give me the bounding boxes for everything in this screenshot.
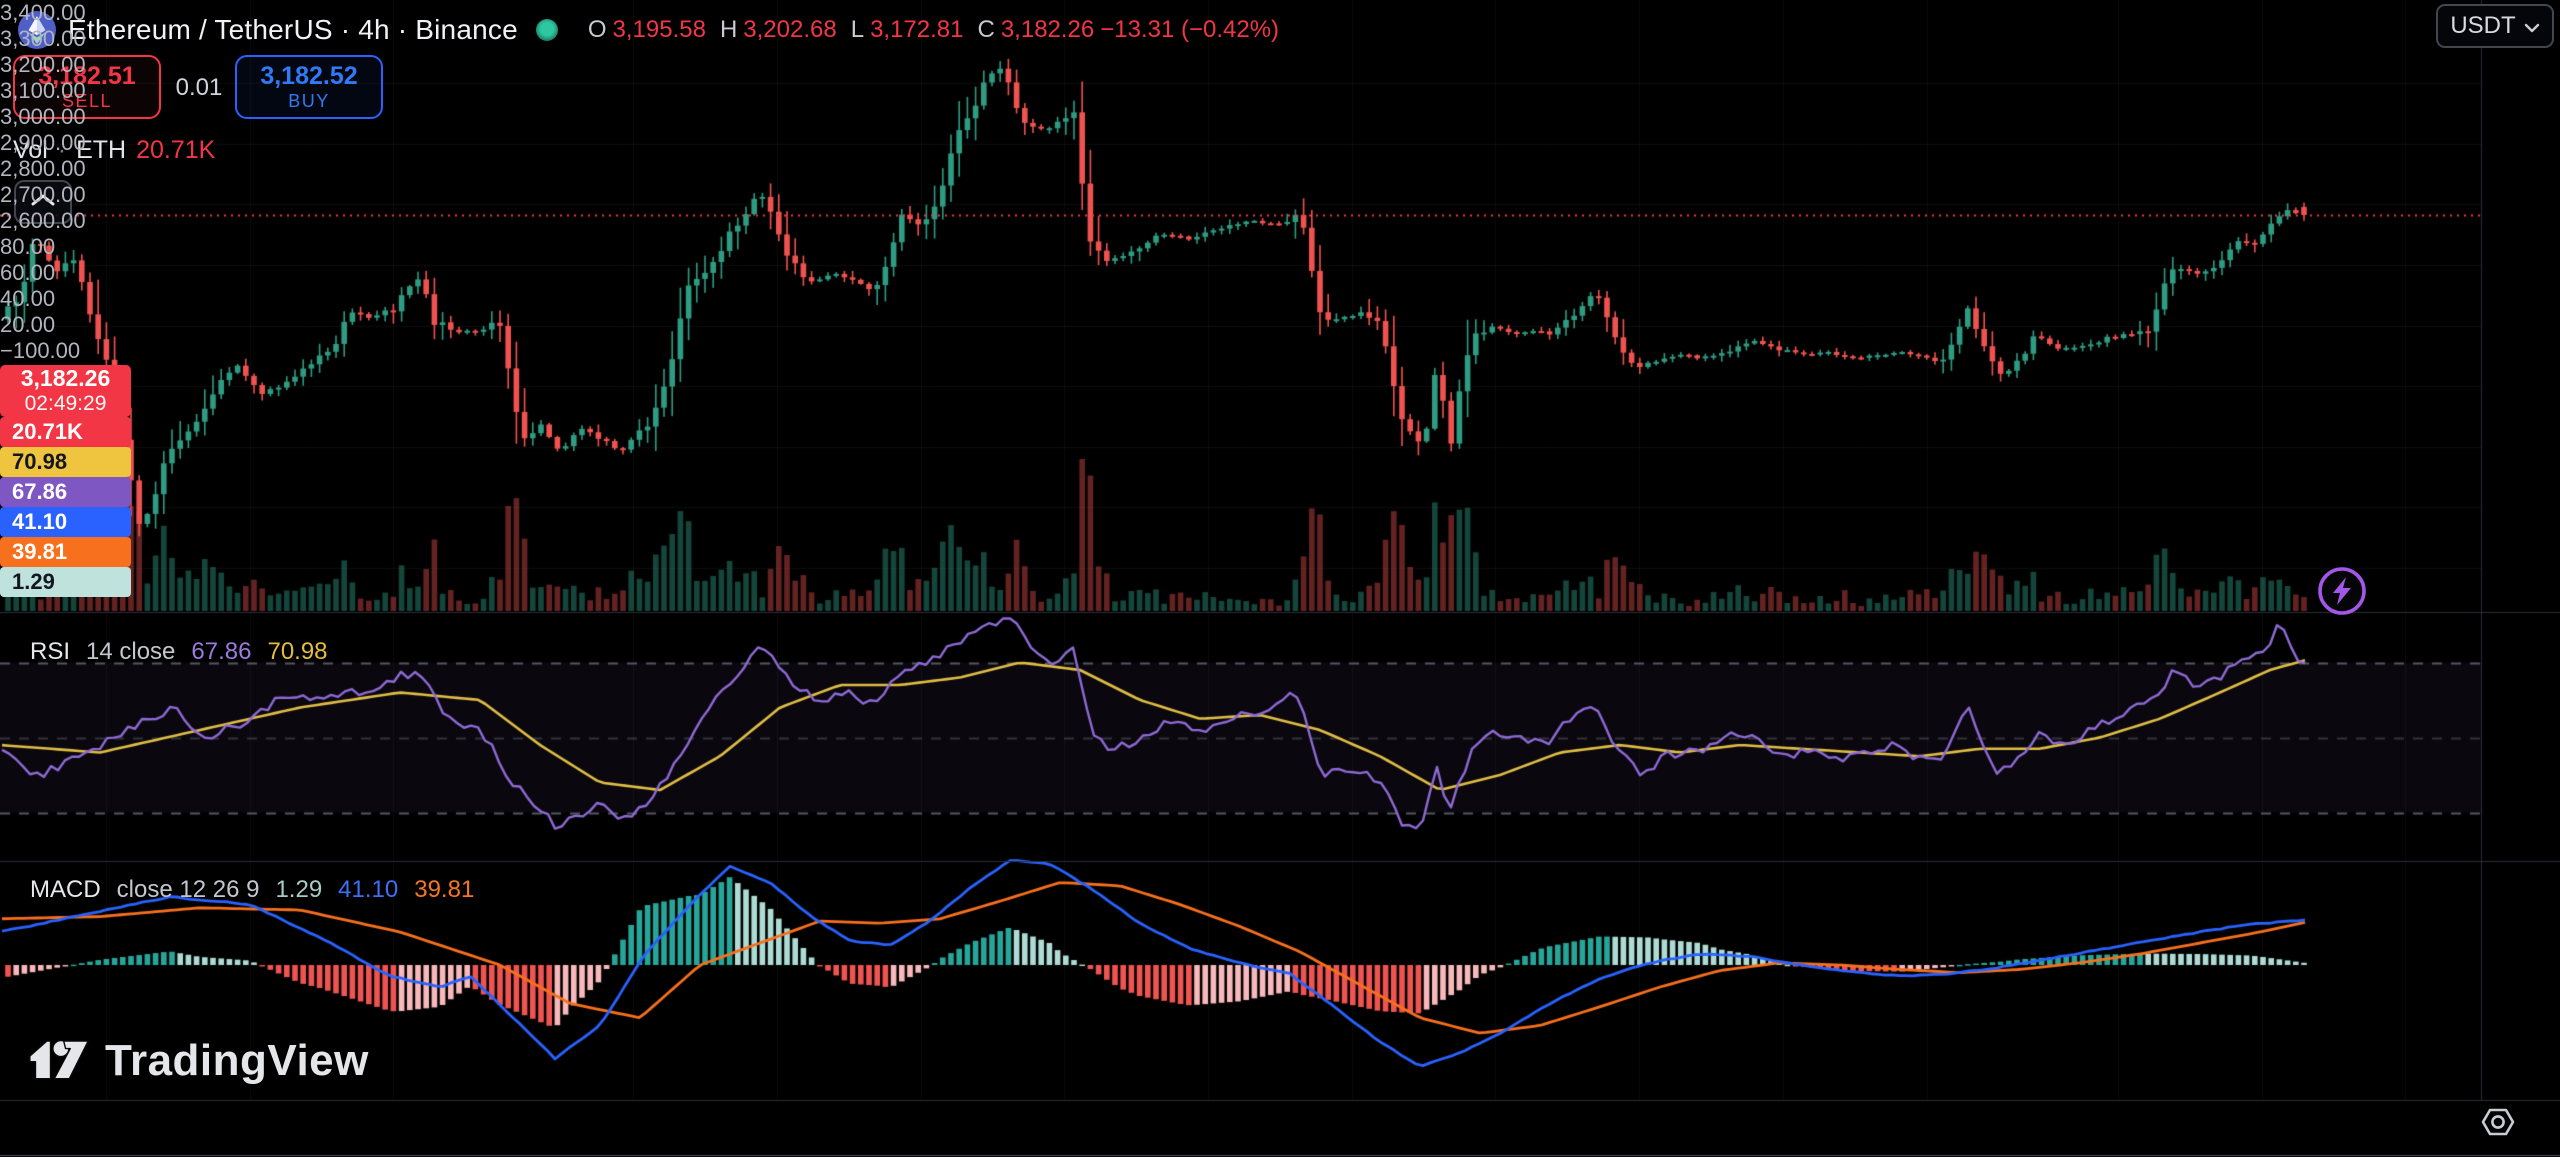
time-axis-label: 26 (0, 649, 66, 675)
spread-value: 0.01 (170, 74, 228, 102)
macd-axis-label: −100.00 (0, 338, 131, 364)
change-value: −13.31 (−0.42%) (1100, 16, 1279, 44)
time-axis-label: 25 (0, 883, 66, 909)
macd-signal-axis-label: 39.81 (0, 537, 131, 567)
rsi-axis-value-label: 67.86 (0, 477, 131, 507)
open-value: 3,195.58 (613, 16, 706, 44)
rsi-axis-label: 40.00 (0, 286, 131, 312)
price-axis-label: 3,100.00 (0, 78, 131, 104)
rsi-axis-label: 60.00 (0, 260, 131, 286)
price-axis-label: 3,000.00 (0, 104, 131, 130)
time-axis-label: 4 (0, 701, 66, 727)
tradingview-chart-window: Ethereum / TetherUS · 4h · Binance O3,19… (0, 0, 2560, 1157)
time-axis-label: 4 (0, 961, 66, 987)
lightning-bolt-icon (2316, 604, 2368, 621)
macd-signal-value: 39.81 (414, 876, 474, 904)
symbol-header: Ethereum / TetherUS · 4h · Binance O3,19… (18, 8, 1279, 52)
chart-overlay: Ethereum / TetherUS · 4h · Binance O3,19… (0, 0, 2560, 1157)
time-axis-label: 13 (0, 779, 66, 805)
time-axis-label: 23 (0, 623, 66, 649)
buy-label: BUY (288, 90, 330, 112)
close-value: 3,182.26 (1001, 16, 1094, 44)
time-axis-label: 28 (0, 909, 66, 935)
rsi-ma-axis-label: 70.98 (0, 447, 131, 477)
price-axis[interactable] (2481, 0, 2560, 1100)
time-axis-label: 20 (0, 597, 66, 623)
price-axis-label: 2,700.00 (0, 182, 131, 208)
price-axis-label: 3,200.00 (0, 52, 131, 78)
instant-trading-button[interactable] (2316, 565, 2368, 617)
price-axis-label: 2,600.00 (0, 208, 131, 234)
time-axis[interactable] (0, 1100, 2560, 1157)
buy-button[interactable]: 3,182.52 BUY (235, 55, 383, 119)
high-value: 3,202.68 (743, 16, 836, 44)
tradingview-logo-icon (27, 1030, 91, 1091)
tradingview-watermark-text: TradingView (105, 1036, 369, 1086)
time-axis-label: 19 (0, 831, 66, 857)
time-axis-label: 10 (0, 753, 66, 779)
buy-price: 3,182.52 (260, 62, 357, 90)
last-price-label: 3,182.2602:49:29 (0, 365, 131, 417)
price-axis-label: 2,800.00 (0, 156, 131, 182)
open-label: O (588, 16, 607, 44)
market-status-icon[interactable] (536, 19, 558, 41)
low-label: L (851, 16, 864, 44)
price-axis-label: 2,900.00 (0, 130, 131, 156)
high-label: H (720, 16, 737, 44)
bar-countdown: 02:49:29 (0, 392, 131, 415)
axis-labels-layer: 3,400.003,300.003,200.003,100.003,000.00… (0, 0, 131, 1013)
macd-line-value: 41.10 (338, 876, 398, 904)
time-axis-label: 2026 (0, 935, 66, 961)
time-axis-label: 7 (0, 727, 66, 753)
macd-hist-axis-label: 1.29 (0, 567, 131, 597)
price-axis-label: 3,300.00 (0, 26, 131, 52)
volume-axis-label: 20.71K (0, 417, 131, 447)
macd-line-axis-label: 41.10 (0, 507, 131, 537)
low-value: 3,172.81 (870, 16, 963, 44)
rsi-ma-value: 70.98 (267, 638, 327, 666)
volume-value: 20.71K (136, 136, 215, 165)
symbol-title[interactable]: Ethereum / TetherUS · 4h · Binance (68, 14, 518, 46)
macd-hist-value: 1.29 (275, 876, 322, 904)
time-axis-label: 16 (0, 805, 66, 831)
time-axis-label: Dec (0, 675, 66, 701)
rsi-value: 67.86 (191, 638, 251, 666)
close-label: C (977, 16, 994, 44)
last-price-value: 3,182.26 (0, 365, 131, 392)
price-axis-label: 3,400.00 (0, 0, 131, 26)
ohlc-values: O3,195.58 H3,202.68 L3,172.81 C3,182.26 … (580, 16, 1279, 44)
time-axis-label: 22 (0, 857, 66, 883)
time-axis-label: 7 (0, 987, 66, 1013)
rsi-axis-label: 20.00 (0, 312, 131, 338)
tradingview-watermark[interactable]: TradingView (27, 1030, 369, 1091)
macd-params: close 12 26 9 (117, 876, 260, 904)
rsi-axis-label: 80.00 (0, 234, 131, 260)
